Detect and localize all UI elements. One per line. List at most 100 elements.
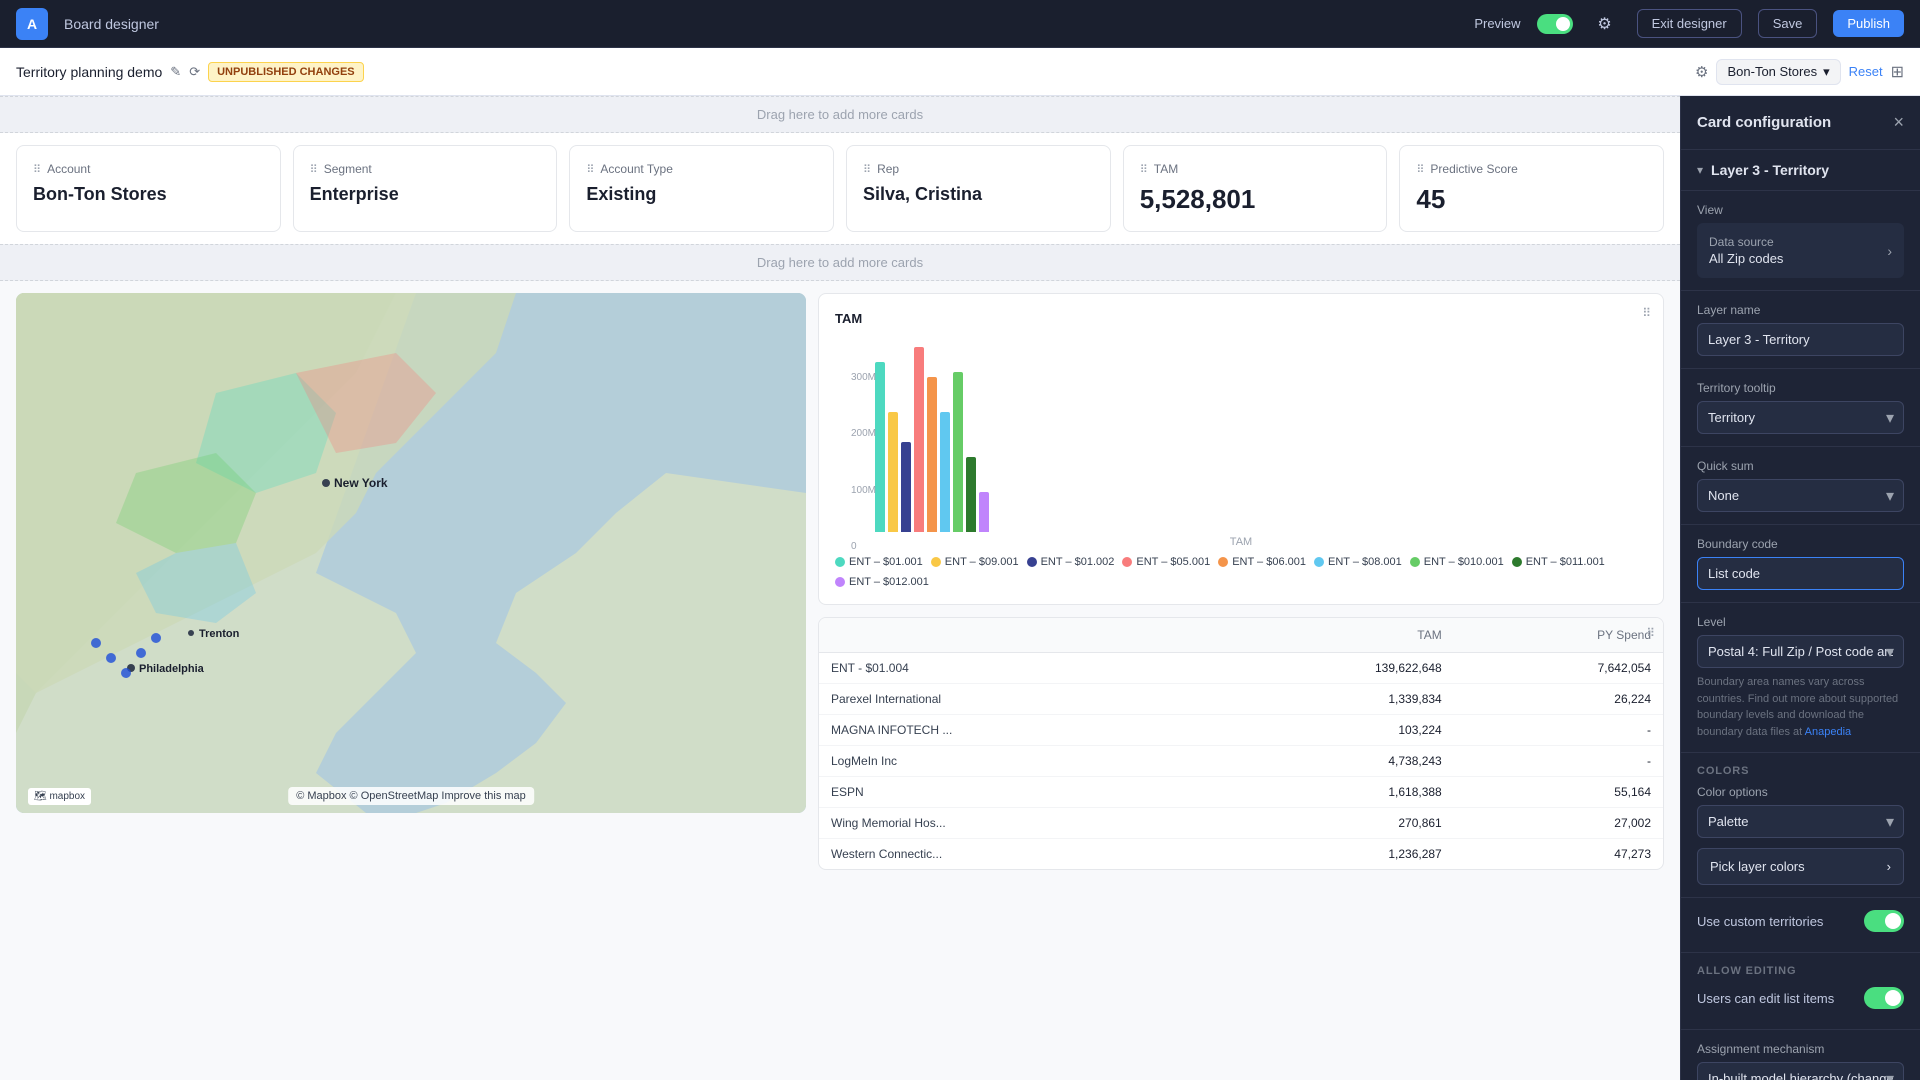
table-row: ESPN 1,618,388 55,164 [819, 777, 1663, 808]
legend-item: ENT – $09.001 [931, 556, 1019, 568]
view-datasource-label: Data source [1709, 235, 1783, 249]
row-pyspend: 55,164 [1454, 777, 1663, 808]
legend-label: ENT – $08.001 [1328, 556, 1402, 568]
edit-list-items-toggle[interactable] [1864, 987, 1904, 1009]
custom-territories-section: Use custom territories [1681, 898, 1920, 953]
layer-header[interactable]: ▾ Layer 3 - Territory [1681, 150, 1920, 191]
colors-section: COLORS Color options Palette Gradient Cu… [1681, 753, 1920, 898]
legend-item: ENT – $08.001 [1314, 556, 1402, 568]
svg-text:New York: New York [334, 476, 388, 490]
legend-item: ENT – $06.001 [1218, 556, 1306, 568]
close-panel-button[interactable]: × [1893, 112, 1904, 133]
table-drag-handle[interactable]: ⠿ [1646, 626, 1655, 640]
row-name: Western Connectic... [819, 839, 1210, 870]
card-drag-handle[interactable]: ⠿ [33, 163, 41, 176]
map-placeholder: New York Philadelphia Trenton [16, 293, 806, 813]
legend-dot [1122, 557, 1132, 567]
pick-colors-label: Pick layer colors [1710, 859, 1805, 874]
unpublished-badge: UNPUBLISHED CHANGES [208, 62, 364, 82]
chart-y-axis: 300M 200M 100M 0 [851, 372, 876, 552]
card-drag-handle[interactable]: ⠿ [586, 163, 594, 176]
bar [888, 412, 898, 532]
legend-dot [1314, 557, 1324, 567]
bar-group [940, 412, 950, 532]
preview-toggle[interactable] [1537, 14, 1573, 34]
row-tam: 1,339,834 [1210, 684, 1454, 715]
custom-territories-toggle[interactable] [1864, 910, 1904, 932]
territory-tooltip-select-wrapper: Territory Account Region [1697, 401, 1904, 434]
layout-icon[interactable]: ⊞ [1891, 62, 1904, 82]
color-options-select[interactable]: Palette Gradient Custom [1697, 805, 1904, 838]
view-card-arrow: › [1887, 243, 1892, 259]
level-select[interactable]: Postal 4: Full Zip / Post code area Post… [1697, 635, 1904, 668]
app-title: Board designer [64, 16, 159, 32]
reset-button[interactable]: Reset [1849, 64, 1883, 79]
legend-item: ENT – $01.001 [835, 556, 923, 568]
level-label: Level [1697, 615, 1904, 629]
publish-button[interactable]: Publish [1833, 10, 1904, 37]
layer-name-input[interactable] [1697, 323, 1904, 356]
legend-dot [835, 557, 845, 567]
card-value: 5,528,801 [1140, 184, 1371, 215]
legend-dot [1027, 557, 1037, 567]
legend-dot [1512, 557, 1522, 567]
settings-button[interactable]: ⚙ [1589, 8, 1621, 40]
table-row: Parexel International 1,339,834 26,224 [819, 684, 1663, 715]
preview-label: Preview [1474, 16, 1520, 31]
refresh-icon[interactable]: ⟳ [189, 64, 200, 80]
territory-tooltip-select[interactable]: Territory Account Region [1697, 401, 1904, 434]
assignment-mechanism-section: Assignment mechanism In-built model hier… [1681, 1030, 1920, 1080]
bar-group [914, 347, 924, 532]
anapedia-link[interactable]: Anapedia [1805, 726, 1852, 738]
legend-item: ENT – $01.002 [1027, 556, 1115, 568]
boundary-code-input[interactable] [1697, 557, 1904, 590]
chart-drag-handle[interactable]: ⠿ [1642, 306, 1651, 320]
edit-title-icon[interactable]: ✎ [170, 64, 181, 80]
card-drag-handle[interactable]: ⠿ [863, 163, 871, 176]
pick-colors-arrow: › [1887, 859, 1891, 874]
row-tam: 4,738,243 [1210, 746, 1454, 777]
save-button[interactable]: Save [1758, 9, 1818, 38]
panel-header: Card configuration × [1681, 96, 1920, 150]
card-drag-handle[interactable]: ⠿ [1140, 163, 1148, 176]
table-row: Western Connectic... 1,236,287 47,273 [819, 839, 1663, 870]
color-options-label: Color options [1697, 785, 1904, 799]
assignment-mechanism-select[interactable]: In-built model hierarchy (change parent)… [1697, 1062, 1904, 1080]
bar-group [875, 362, 885, 532]
bar [966, 457, 976, 532]
charts-area: TAM ⠿ 300M 200M 100M 0 TAM ENT – $01.001… [818, 293, 1664, 870]
card-value: Enterprise [310, 184, 541, 205]
chart-title: TAM [835, 311, 862, 326]
card-predictive-score: ⠿ Predictive Score 45 [1399, 145, 1664, 232]
card-value: Bon-Ton Stores [33, 184, 264, 205]
svg-text:Philadelphia: Philadelphia [139, 663, 205, 675]
table-row: ENT - $01.004 139,622,648 7,642,054 [819, 653, 1663, 684]
card-drag-handle[interactable]: ⠿ [310, 163, 318, 176]
row-name: LogMeIn Inc [819, 746, 1210, 777]
panel-title: Card configuration [1697, 114, 1831, 131]
bar-group [901, 442, 911, 532]
bar-group [966, 457, 976, 532]
workspace-selector[interactable]: Bon-Ton Stores ▾ [1716, 59, 1840, 85]
card-drag-handle[interactable]: ⠿ [1416, 163, 1424, 176]
bar [953, 372, 963, 532]
drag-zone-top[interactable]: Drag here to add more cards [0, 96, 1680, 133]
legend-dot [835, 577, 845, 587]
drag-zone-bottom[interactable]: Drag here to add more cards [0, 244, 1680, 281]
bar [940, 412, 950, 532]
row-tam: 103,224 [1210, 715, 1454, 746]
workspace-settings-icon[interactable]: ⚙ [1695, 63, 1708, 81]
row-pyspend: 47,273 [1454, 839, 1663, 870]
legend-label: ENT – $010.001 [1424, 556, 1504, 568]
pick-layer-colors-button[interactable]: Pick layer colors › [1697, 848, 1904, 885]
edit-list-items-label: Users can edit list items [1697, 991, 1834, 1006]
map-attribution[interactable]: © Mapbox © OpenStreetMap Improve this ma… [288, 787, 534, 805]
exit-designer-button[interactable]: Exit designer [1637, 9, 1742, 38]
view-card-content: Data source All Zip codes [1709, 235, 1783, 266]
chart-x-label: TAM [835, 536, 1647, 548]
view-card[interactable]: Data source All Zip codes › [1697, 223, 1904, 278]
assignment-mechanism-label: Assignment mechanism [1697, 1042, 1904, 1056]
allow-editing-section-label: ALLOW EDITING [1697, 965, 1904, 977]
quick-sum-select[interactable]: None TAM Revenue [1697, 479, 1904, 512]
territory-tooltip-label: Territory tooltip [1697, 381, 1904, 395]
